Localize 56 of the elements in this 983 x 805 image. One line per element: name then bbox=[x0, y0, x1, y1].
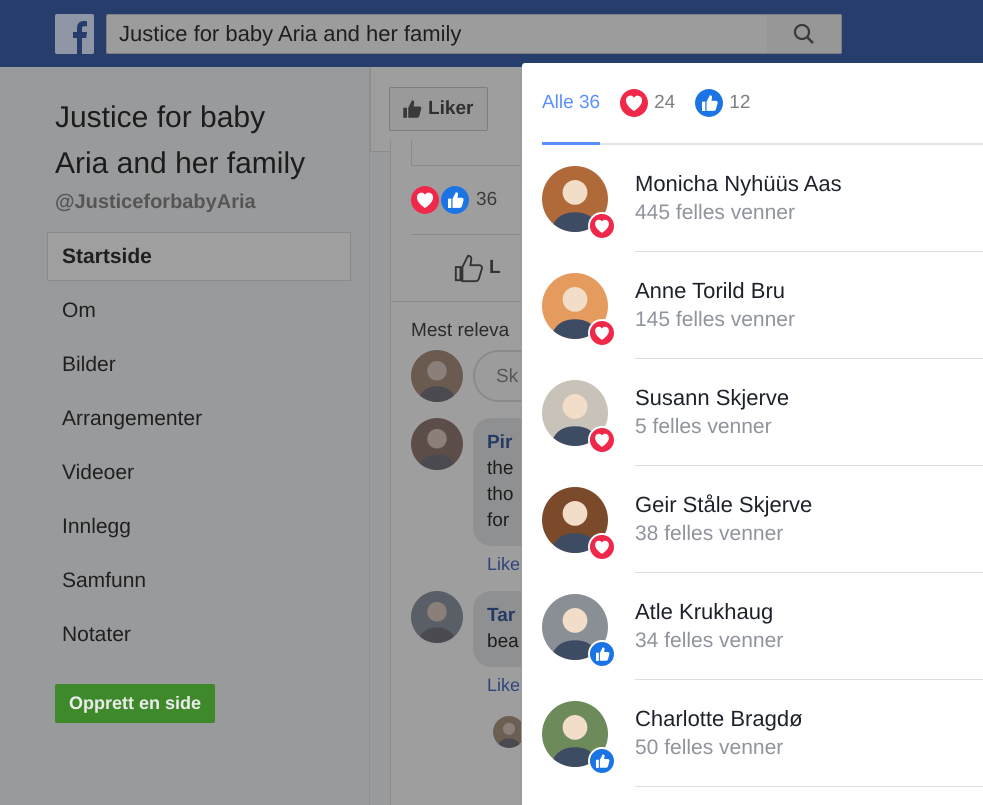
sidebar-item[interactable]: Om bbox=[47, 286, 351, 335]
comment-text: bea bbox=[487, 630, 520, 654]
comment-author[interactable]: Pir bbox=[487, 430, 521, 456]
person-name[interactable]: Atle Krukhaug bbox=[635, 597, 983, 626]
heart-icon bbox=[588, 532, 616, 560]
reaction-tab[interactable]: Alle 36 bbox=[542, 63, 600, 145]
mutual-friends: 5 felles venner bbox=[635, 414, 773, 440]
thumbs-up-icon bbox=[695, 88, 724, 116]
thumbs-up-icon bbox=[588, 746, 616, 774]
reaction-tab[interactable]: 12 bbox=[695, 63, 750, 145]
search-field[interactable]: Justice for baby Aria and her family bbox=[106, 14, 842, 54]
person-name[interactable]: Charlotte Bragdø bbox=[635, 704, 983, 733]
thumbs-up-icon bbox=[441, 186, 469, 214]
avatar bbox=[411, 591, 463, 643]
heart-icon bbox=[588, 212, 616, 240]
comment-text: for bbox=[487, 509, 510, 533]
reaction-tab[interactable]: 24 bbox=[620, 63, 676, 145]
mutual-friends: 445 felles venner bbox=[635, 200, 796, 226]
page-handle: @JusticeforbabyAria bbox=[55, 191, 257, 214]
comment-author[interactable]: Tar bbox=[487, 603, 521, 629]
avatar bbox=[493, 716, 521, 748]
sidebar-item[interactable]: Videoer bbox=[47, 448, 351, 497]
mutual-friends: 145 felles venner bbox=[635, 307, 796, 333]
sidebar-item[interactable]: Innlegg bbox=[47, 502, 351, 551]
sidebar-item[interactable]: Arrangementer bbox=[47, 394, 351, 443]
mutual-friends: 50 felles venner bbox=[635, 735, 784, 761]
reaction-count[interactable]: 36 bbox=[476, 189, 498, 211]
mutual-friends: 38 felles venner bbox=[635, 521, 784, 547]
person-name[interactable]: Monicha Nyhüüs Aas bbox=[635, 169, 983, 198]
sidebar-item[interactable]: Notater bbox=[47, 610, 351, 659]
thumbs-up-icon bbox=[588, 640, 616, 668]
logo-icon[interactable] bbox=[55, 14, 94, 54]
page-title: Justice for baby Aria and her family bbox=[55, 100, 306, 182]
search-icon bbox=[792, 22, 816, 46]
avatar bbox=[411, 418, 463, 470]
person-name[interactable]: Anne Torild Bru bbox=[635, 276, 983, 305]
thumbs-up-icon bbox=[402, 99, 422, 119]
mutual-friends: 34 felles venner bbox=[635, 628, 784, 654]
like-page-button[interactable]: Liker bbox=[389, 87, 488, 131]
avatar bbox=[411, 350, 463, 402]
thumbs-up-icon bbox=[453, 253, 483, 283]
sidebar-item[interactable]: Bilder bbox=[47, 340, 351, 389]
comment-text: the bbox=[487, 457, 514, 481]
comment-like-link[interactable]: Like bbox=[487, 675, 520, 696]
person-name[interactable]: Susann Skjerve bbox=[635, 383, 983, 412]
comment-text: tho bbox=[487, 483, 514, 507]
person-name[interactable]: Geir Ståle Skjerve bbox=[635, 490, 983, 519]
heart-icon bbox=[588, 426, 616, 454]
heart-icon bbox=[588, 318, 616, 346]
comment-like-link[interactable]: Like bbox=[487, 554, 520, 575]
search-button[interactable] bbox=[767, 14, 841, 52]
like-action-button[interactable]: L bbox=[489, 257, 501, 279]
sidebar-item[interactable]: Samfunn bbox=[47, 556, 351, 605]
sidebar-item[interactable]: Startside bbox=[47, 232, 351, 281]
create-page-button[interactable]: Opprett en side bbox=[55, 684, 216, 723]
sort-label[interactable]: Mest releva bbox=[411, 320, 521, 342]
